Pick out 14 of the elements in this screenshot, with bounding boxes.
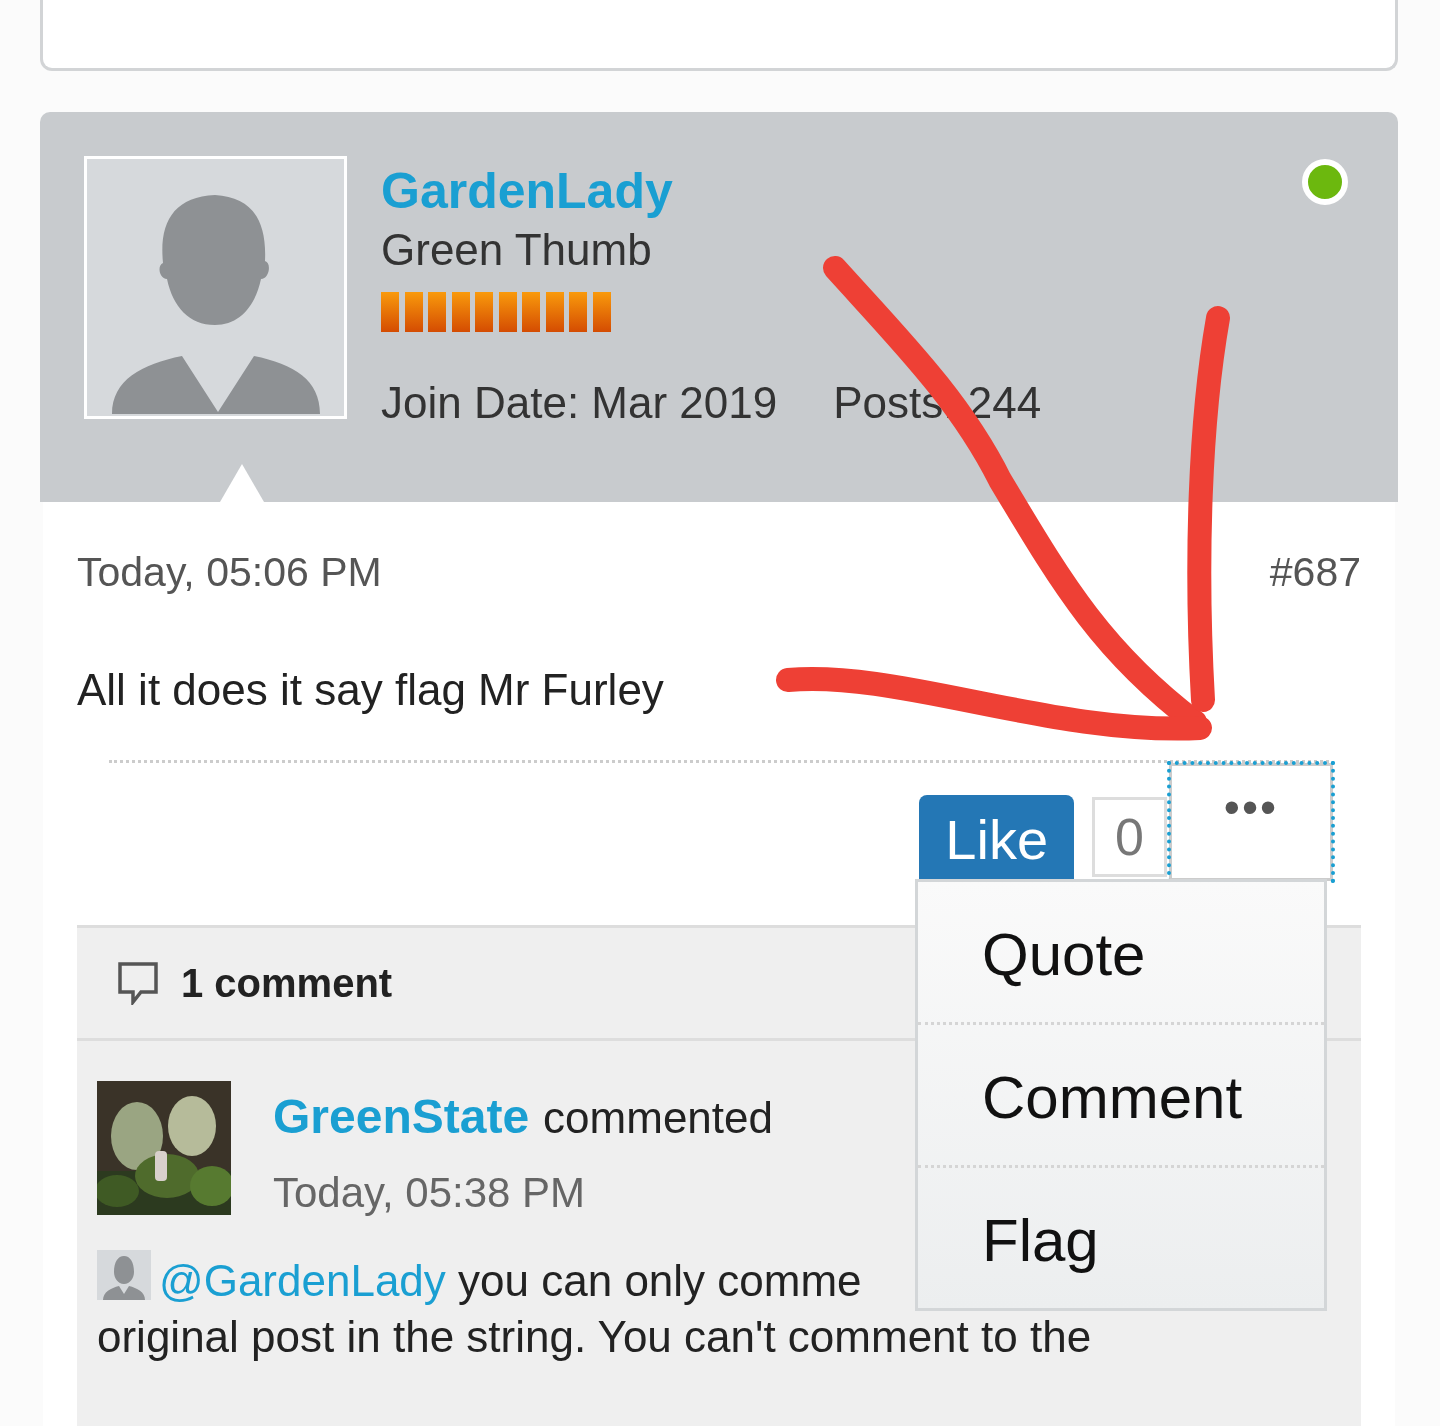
comment-count: 1 comment [181,959,393,1007]
join-date: Join Date: Mar 2019 [381,377,778,429]
post-time: Today, 05:06 PM [77,548,382,597]
comment-time: Today, 05:38 PM [273,1167,587,1218]
more-button[interactable]: ••• [1169,762,1333,881]
avatar-icon [84,156,347,419]
comment-action: commented [543,1092,773,1142]
mention-avatar-icon [97,1249,151,1300]
user-rank: Green Thumb [381,224,653,276]
like-count: 0 [1092,796,1167,877]
post-text: All it does it say flag Mr Furley [77,663,665,716]
post-number-link[interactable]: #687 [1269,542,1361,604]
menu-item[interactable]: Comment [918,1021,1324,1165]
comment-icon [117,960,159,1005]
